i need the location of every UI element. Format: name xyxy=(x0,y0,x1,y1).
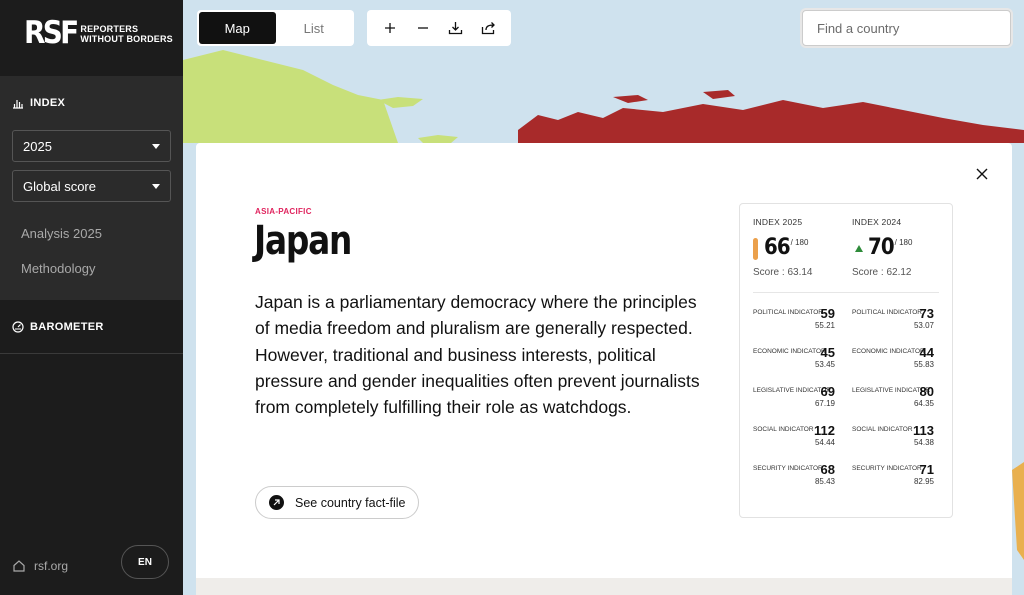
index-2024-rank: 70 xyxy=(868,235,895,260)
rank-status-bar xyxy=(753,238,758,260)
download-icon xyxy=(448,22,463,35)
score-panel: INDEX 2025 66 / 180 Score : 63.14 INDEX … xyxy=(739,203,953,518)
landmass-russia xyxy=(518,100,1024,143)
index-label: INDEX xyxy=(30,97,66,109)
rank-out-of: / 180 xyxy=(790,238,809,247)
analysis-link[interactable]: Analysis 2025 xyxy=(0,226,183,241)
rsf-logo[interactable]: RSF REPORTERS WITHOUT BORDERS xyxy=(0,0,183,76)
logo-mark: RSF xyxy=(24,15,79,51)
index-2025-score: Score : 63.14 xyxy=(753,267,813,278)
indicator-economic-2025: ECONOMIC INDICATOR 45 53.45 xyxy=(753,345,835,369)
country-search-input[interactable] xyxy=(802,10,1011,46)
divider xyxy=(753,292,939,293)
close-button[interactable] xyxy=(973,165,991,183)
indicator-social-2025: SOCIAL INDICATOR 112 54.44 xyxy=(753,423,835,447)
logo-line-1: REPORTERS xyxy=(80,23,139,34)
indicator-legislative-2024: LEGISLATIVE INDICATOR 80 64.35 xyxy=(852,384,934,408)
sidebar-footer: rsf.org EN xyxy=(0,537,183,595)
barometer-nav-item[interactable]: BAROMETER xyxy=(0,300,183,354)
map-tools xyxy=(367,10,511,46)
index-nav-item[interactable]: INDEX xyxy=(0,96,183,110)
arrow-up-right-icon xyxy=(269,495,284,510)
score-type-select[interactable]: Global score xyxy=(12,170,171,202)
index-section: INDEX 2025 Global score Analysis 2025 Me… xyxy=(0,76,183,300)
landmass-arctic-islands xyxy=(613,95,648,103)
methodology-link[interactable]: Methodology xyxy=(0,261,183,276)
landmass-north-america xyxy=(183,50,398,143)
index-2025-rank: 66 xyxy=(764,235,791,260)
bar-chart-icon xyxy=(13,99,23,109)
index-2024-score: Score : 62.12 xyxy=(852,267,912,278)
country-region: ASIA-PACIFIC xyxy=(255,207,312,216)
caret-down-icon xyxy=(152,183,160,189)
rsf-org-link[interactable]: rsf.org xyxy=(34,559,68,573)
barometer-label: BAROMETER xyxy=(30,320,104,333)
country-fact-file-button[interactable]: See country fact-file xyxy=(255,486,419,519)
share-button[interactable] xyxy=(474,13,504,43)
world-map[interactable]: Map List ASIA-PACIFIC Japan Japan is a p… xyxy=(183,0,1024,595)
zoom-out-button[interactable] xyxy=(408,13,438,43)
score-type-select-value: Global score xyxy=(23,178,96,194)
card-bottom-strip xyxy=(196,578,1012,595)
landmass-east-asia xyxy=(1012,462,1024,560)
plus-icon xyxy=(384,23,395,33)
minus-icon xyxy=(417,27,428,29)
indicator-political-2025: POLITICAL INDICATOR 59 55.21 xyxy=(753,306,835,330)
country-card: ASIA-PACIFIC Japan Japan is a parliament… xyxy=(196,143,1012,595)
trend-up-icon xyxy=(855,245,863,252)
fact-file-label: See country fact-file xyxy=(295,495,406,510)
download-button[interactable] xyxy=(441,13,471,43)
landmass-greenland xyxy=(418,135,458,143)
close-icon xyxy=(976,168,988,180)
indicator-political-2024: POLITICAL INDICATOR 73 53.07 xyxy=(852,306,934,330)
indicator-economic-2024: ECONOMIC INDICATOR 44 55.83 xyxy=(852,345,934,369)
list-view-tab[interactable]: List xyxy=(276,12,353,44)
caret-down-icon xyxy=(152,143,160,149)
index-2024-label: INDEX 2024 xyxy=(852,217,902,227)
indicator-legislative-2025: LEGISLATIVE INDICATOR 69 67.19 xyxy=(753,384,835,408)
zoom-in-button[interactable] xyxy=(375,13,405,43)
logo-line-2: WITHOUT BORDERS xyxy=(80,33,173,44)
indicator-security-2025: SECURITY INDICATOR 68 85.43 xyxy=(753,462,835,486)
home-icon xyxy=(13,560,25,572)
year-select[interactable]: 2025 xyxy=(12,130,171,162)
language-button[interactable]: EN xyxy=(121,545,169,579)
rank-out-of: / 180 xyxy=(894,238,913,247)
year-select-value: 2025 xyxy=(23,138,52,154)
sidebar: RSF REPORTERS WITHOUT BORDERS INDEX 2025… xyxy=(0,0,183,595)
indicator-social-2024: SOCIAL INDICATOR 113 54.38 xyxy=(852,423,934,447)
map-view-tab[interactable]: Map xyxy=(199,12,276,44)
indicator-security-2024: SECURITY INDICATOR 71 82.95 xyxy=(852,462,934,486)
country-name: Japan xyxy=(254,218,352,264)
share-icon xyxy=(481,22,495,35)
gauge-icon xyxy=(12,320,24,333)
landmass-arctic-islands xyxy=(703,90,735,99)
index-2025-label: INDEX 2025 xyxy=(753,217,803,227)
country-description: Japan is a parliamentary democracy where… xyxy=(255,292,700,418)
view-toggle: Map List xyxy=(197,10,354,46)
